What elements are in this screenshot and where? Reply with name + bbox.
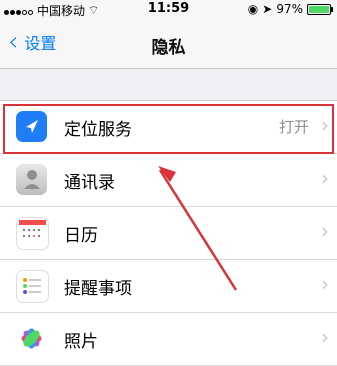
row-calendar[interactable]: 日历 › [0, 207, 337, 260]
reminders-icon [16, 270, 49, 303]
row-reminders[interactable]: 提醒事项 › [0, 260, 337, 313]
contacts-icon [16, 164, 47, 195]
row-label: 照片 [64, 332, 98, 352]
battery-icon [307, 3, 333, 15]
row-label: 通讯录 [64, 173, 115, 193]
row-label: 提醒事项 [64, 279, 132, 299]
chevron-right-icon: › [321, 166, 329, 190]
calendar-icon [16, 217, 49, 250]
chevron-right-icon: › [321, 325, 329, 349]
lock-rotation-icon: ◉ [247, 2, 259, 16]
row-label: 日历 [64, 226, 98, 246]
battery-percent: 97% [276, 2, 303, 16]
status-right: ◉ ➤ 97% [247, 2, 333, 16]
photos-icon [16, 323, 47, 354]
chevron-right-icon: › [321, 219, 329, 243]
location-status-icon: ➤ [262, 2, 273, 16]
status-bar: 中国移动 ⌔ 11:59 ◉ ➤ 97% [0, 0, 337, 18]
page-title: 隐私 [151, 38, 186, 58]
row-contacts[interactable]: 通讯录 › [0, 154, 337, 207]
row-photos[interactable]: 照片 › [0, 313, 337, 366]
chevron-right-icon: › [321, 272, 329, 296]
navigation-bar: ‹ 设置 隐私 [0, 18, 337, 69]
location-highlight-box [3, 104, 334, 154]
